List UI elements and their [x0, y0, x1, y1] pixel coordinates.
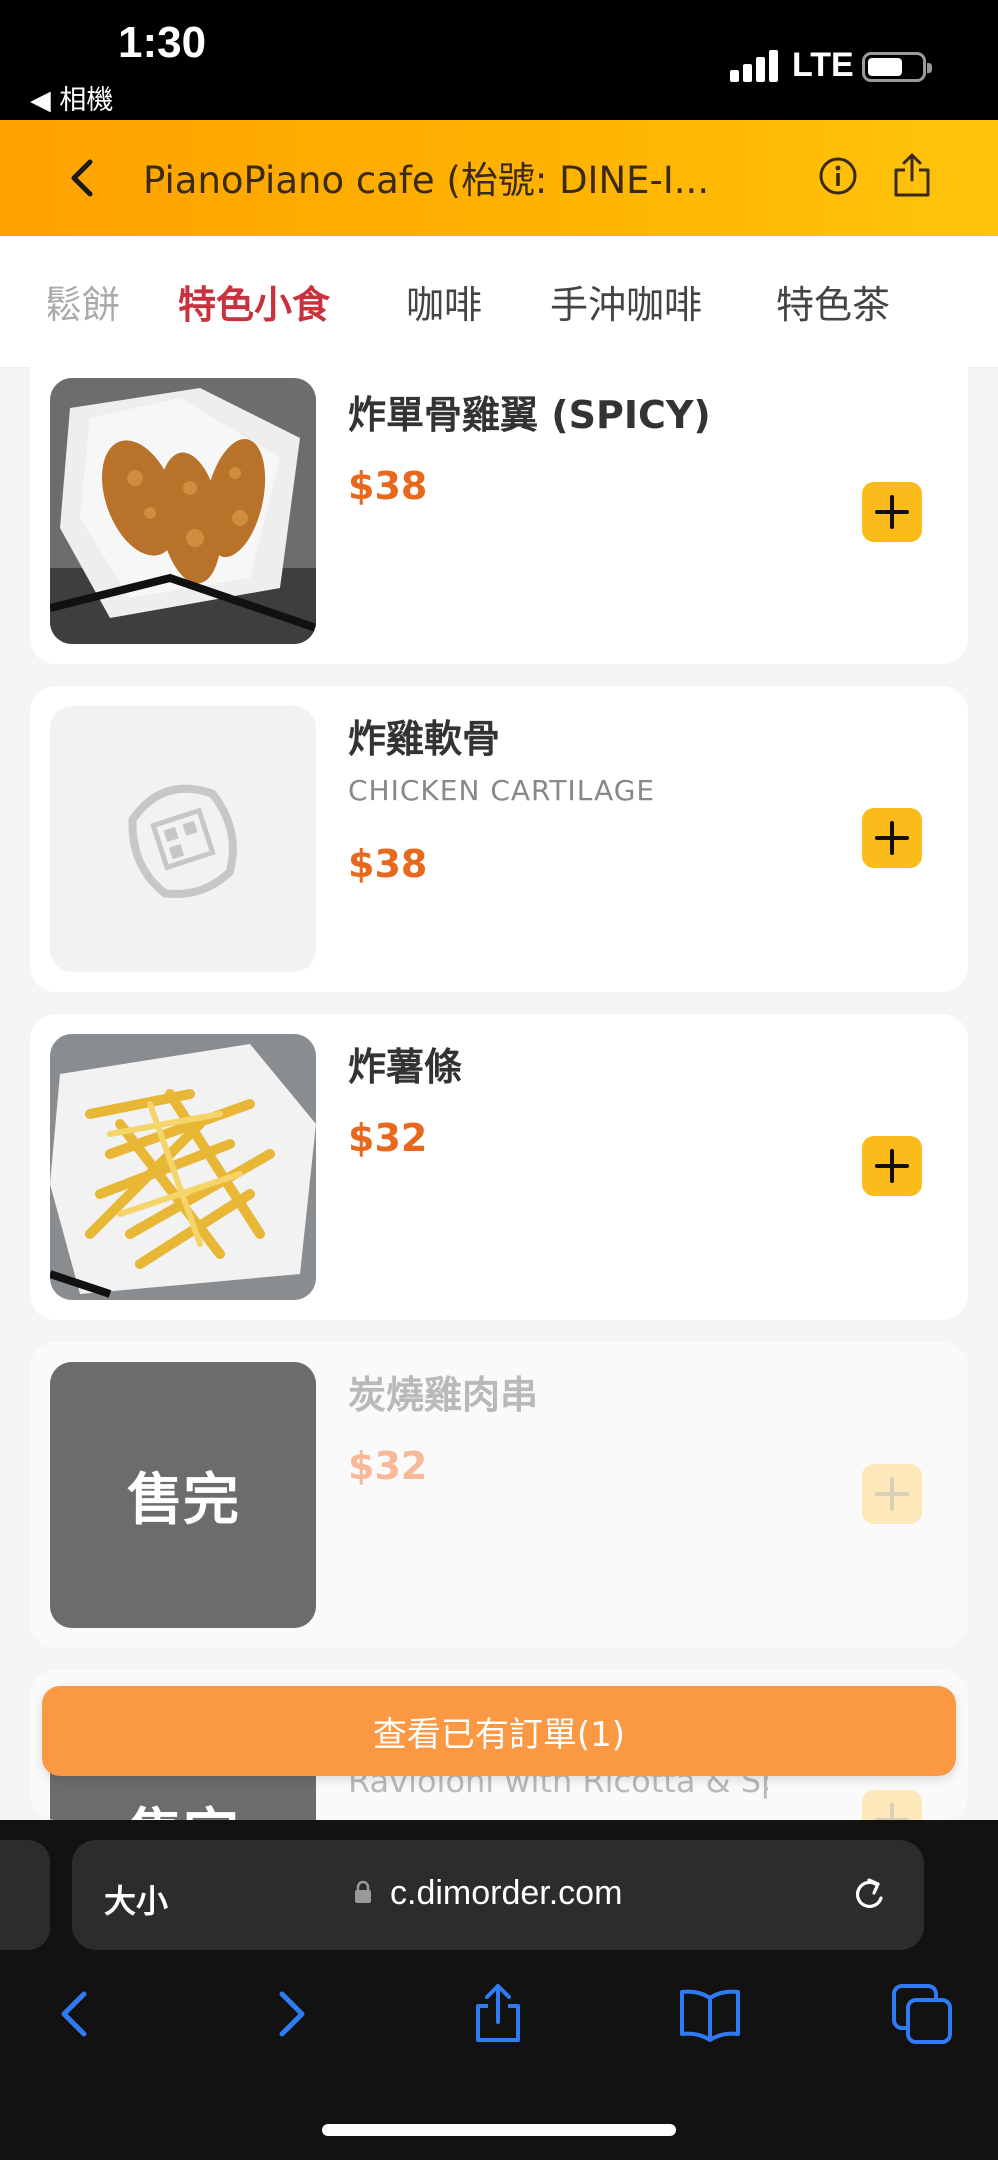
status-time: 1:30: [118, 18, 207, 67]
tabs-icon[interactable]: [890, 1982, 954, 2046]
item-name: 炸薯條: [348, 1045, 463, 1089]
item-name: 炸單骨雞翼 (SPICY): [348, 393, 711, 437]
cellular-signal-icon: [730, 50, 782, 82]
back-icon[interactable]: [44, 1982, 108, 2046]
add-item-button[interactable]: [862, 482, 922, 542]
bookmarks-icon[interactable]: [678, 1982, 742, 2046]
menu-item-card[interactable]: 炸薯條 $32: [30, 1014, 968, 1320]
tab-waffle[interactable]: 鬆餅: [48, 274, 120, 329]
restaurant-title: PianoPiano cafe (枱號: DINE-I...: [143, 159, 710, 202]
info-icon[interactable]: [818, 156, 858, 196]
menu-item-card: 售完 炭燒雞肉串 $32: [30, 1342, 968, 1648]
add-item-button[interactable]: [862, 1136, 922, 1196]
previous-tab-peek[interactable]: [0, 1840, 50, 1950]
add-item-button[interactable]: [862, 808, 922, 868]
item-price: $32: [348, 1116, 428, 1160]
item-price: $38: [348, 464, 428, 508]
text-size-button[interactable]: 大小: [104, 1876, 168, 1922]
sold-out-label: 售完: [50, 1362, 316, 1628]
item-price: $32: [348, 1444, 428, 1488]
back-to-app-link[interactable]: ◀ 相機: [30, 78, 113, 117]
item-price: $38: [348, 842, 428, 886]
placeholder-image: [50, 706, 316, 972]
tab-specialty-tea[interactable]: 特色茶: [776, 274, 890, 329]
tab-snacks[interactable]: 特色小食: [178, 274, 330, 329]
item-name: 炭燒雞肉串: [348, 1373, 539, 1417]
restaurant-header: PianoPiano cafe (枱號: DINE-I...: [0, 120, 998, 236]
category-tabs: 鬆餅 特色小食 咖啡 手沖咖啡 特色茶: [0, 236, 998, 368]
tab-coffee[interactable]: 咖啡: [406, 274, 482, 329]
battery-icon: [862, 52, 932, 82]
home-indicator: [322, 2124, 676, 2136]
placeholder-image: 售完: [50, 1362, 316, 1628]
network-type: LTE: [792, 46, 854, 84]
forward-icon[interactable]: [258, 1982, 322, 2046]
share-icon[interactable]: [892, 152, 932, 198]
share-icon[interactable]: [466, 1982, 530, 2046]
menu-item-card[interactable]: 炸單骨雞翼 (SPICY) $38: [30, 350, 968, 664]
item-english-name: CHICKEN CARTILAGE: [348, 774, 656, 807]
menu-item-card[interactable]: 炸雞軟骨 CHICKEN CARTILAGE $38: [30, 686, 968, 992]
back-arrow-icon[interactable]: [60, 154, 108, 202]
view-existing-orders-button[interactable]: 查看已有訂單(1): [42, 1686, 956, 1776]
url-text: c.dimorder.com: [390, 1874, 623, 1912]
add-item-button-disabled: [862, 1464, 922, 1524]
reload-icon[interactable]: [848, 1874, 890, 1916]
tab-pour-over-coffee[interactable]: 手沖咖啡: [550, 274, 702, 329]
address-bar[interactable]: 大小 c.dimorder.com: [72, 1840, 924, 1950]
lock-icon: [355, 1880, 371, 1903]
item-name: 炸雞軟骨: [348, 717, 501, 761]
french-fries-image: [50, 1034, 316, 1300]
chicken-wings-image: [50, 378, 316, 644]
browser-toolbar: 大小 c.dimorder.com: [0, 1820, 998, 2160]
add-item-button-disabled: [862, 1790, 922, 1820]
status-bar: 1:30 ◀ 相機 LTE: [0, 0, 998, 120]
